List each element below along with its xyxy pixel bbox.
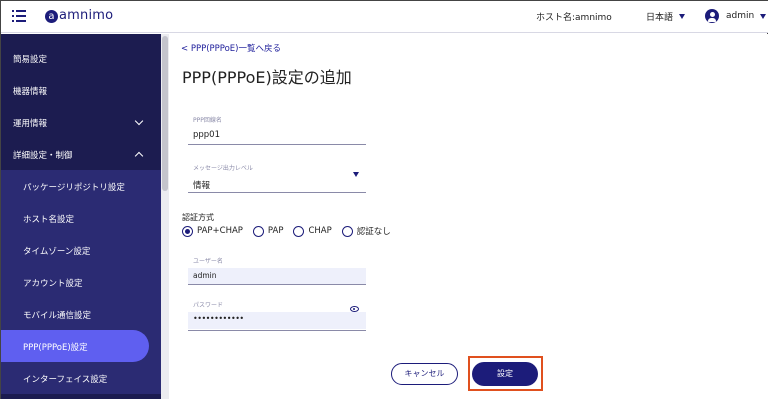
sidebar-item-device-info[interactable]: 機器情報: [1, 74, 161, 106]
sidebar-item-label: 運用情報: [13, 119, 48, 129]
password-value[interactable]: ••••••••••••: [193, 314, 244, 323]
top-header: a amnimo ホスト名:amnimo 日本語 admin: [1, 1, 768, 33]
ppp-name-value[interactable]: ppp01: [193, 130, 220, 140]
ppp-name-field[interactable]: PPP回線名 ppp01: [188, 112, 366, 145]
sidebar-item-label: ホスト名設定: [23, 215, 75, 225]
sidebar-item-label: PPP(PPPoE)設定: [23, 343, 88, 353]
show-password-eye-icon[interactable]: [350, 306, 359, 312]
radio-label: PAP+CHAP: [197, 226, 243, 236]
password-field[interactable]: パスワード ••••••••••••: [188, 297, 366, 331]
cancel-button[interactable]: キャンセル: [391, 363, 458, 385]
user-menu[interactable]: admin: [705, 9, 767, 23]
field-label: パスワード: [193, 302, 224, 309]
radio-label: 認証なし: [356, 227, 391, 237]
back-to-ppp-list-link[interactable]: < PPP(PPPoE)一覧へ戻る: [181, 42, 281, 54]
user-name: admin: [726, 11, 755, 21]
caret-down-icon: [760, 13, 767, 19]
main-content: < PPP(PPPoE)一覧へ戻る PPP(PPPoE)設定の追加 PPP回線名…: [169, 34, 768, 399]
sidebar-item-quick-setup[interactable]: 簡易設定: [1, 42, 161, 74]
sidebar-item-label: タイムゾーン設定: [23, 247, 91, 257]
auth-method-label: 認証方式: [182, 213, 214, 222]
logo-text: amnimo: [59, 8, 114, 23]
radio-selected-icon: [182, 225, 193, 237]
field-underline: [188, 284, 366, 285]
hamburger-menu-icon[interactable]: [12, 10, 26, 22]
sidebar-item-timezone[interactable]: タイムゾーン設定: [1, 234, 161, 266]
field-underline: [188, 192, 366, 193]
field-underline: [188, 330, 366, 331]
radio-pap[interactable]: PAP: [252, 225, 284, 237]
sidebar-item-label: 簡易設定: [13, 55, 48, 65]
user-avatar-icon: [705, 9, 719, 23]
save-button[interactable]: 設定: [472, 362, 538, 386]
sidebar-item-label: インターフェイス設定: [23, 375, 108, 385]
field-label: メッセージ出力レベル: [193, 165, 253, 172]
username-value[interactable]: admin: [193, 271, 217, 280]
sidebar-item-advanced-settings[interactable]: 詳細設定・制御: [1, 138, 161, 170]
caret-down-icon: [679, 14, 686, 19]
radio-label: PAP: [267, 226, 284, 236]
sidebar-nav: 簡易設定 機器情報 運用情報 詳細設定・制御 パッケージリポジトリ設定 ホスト名…: [1, 34, 161, 399]
sidebar-item-account[interactable]: アカウント設定: [1, 266, 161, 298]
sidebar-item-label: 詳細設定・制御: [13, 151, 73, 161]
sidebar-item-ppp-pppoe[interactable]: PPP(PPPoE)設定: [1, 330, 161, 362]
hostname-label: ホスト名:amnimo: [536, 13, 612, 23]
sidebar-item-label: モバイル通信設定: [23, 311, 92, 321]
amnimo-logo: a amnimo: [45, 8, 113, 23]
sidebar-item-interface[interactable]: インターフェイス設定: [1, 362, 161, 394]
chevron-up-icon: [134, 151, 144, 161]
field-underline: [188, 144, 366, 145]
sidebar-item-mobile[interactable]: モバイル通信設定: [1, 298, 161, 330]
radio-icon: [293, 225, 305, 237]
sidebar-item-hostname[interactable]: ホスト名設定: [1, 202, 161, 234]
sidebar-item-label: アカウント設定: [23, 279, 83, 289]
app-window: a amnimo ホスト名:amnimo 日本語 admin 簡易設定 機器情報 …: [0, 0, 768, 399]
sidebar-item-operation-info[interactable]: 運用情報: [1, 106, 161, 138]
page-title: PPP(PPPoE)設定の追加: [182, 68, 352, 87]
dropdown-arrow-icon: [353, 172, 359, 177]
radio-icon: [252, 225, 264, 237]
log-level-value: 情報: [193, 181, 211, 191]
chevron-down-icon: [134, 116, 144, 126]
sidebar-scrollbar[interactable]: [161, 34, 169, 399]
auth-method-radio-group: PAP+CHAP PAP CHAP 認証なし: [182, 225, 401, 237]
radio-no-auth[interactable]: 認証なし: [341, 225, 391, 237]
language-label: 日本語: [646, 13, 674, 23]
scrollbar-thumb[interactable]: [162, 36, 168, 191]
field-label: ユーザー名: [193, 258, 223, 265]
sidebar-item-package-repository[interactable]: パッケージリポジトリ設定: [1, 170, 161, 202]
log-level-select[interactable]: メッセージ出力レベル 情報: [188, 160, 366, 193]
radio-label: CHAP: [308, 226, 332, 236]
language-selector[interactable]: 日本語: [646, 10, 686, 23]
username-field[interactable]: ユーザー名 admin: [188, 251, 366, 285]
sidebar-item-label: 機器情報: [13, 87, 48, 97]
field-label: PPP回線名: [193, 117, 222, 124]
radio-chap[interactable]: CHAP: [293, 225, 332, 237]
radio-pap-chap[interactable]: PAP+CHAP: [182, 225, 243, 237]
radio-icon: [341, 225, 353, 237]
sidebar-item-label: パッケージリポジトリ設定: [23, 183, 125, 193]
logo-mark: a: [45, 10, 58, 23]
